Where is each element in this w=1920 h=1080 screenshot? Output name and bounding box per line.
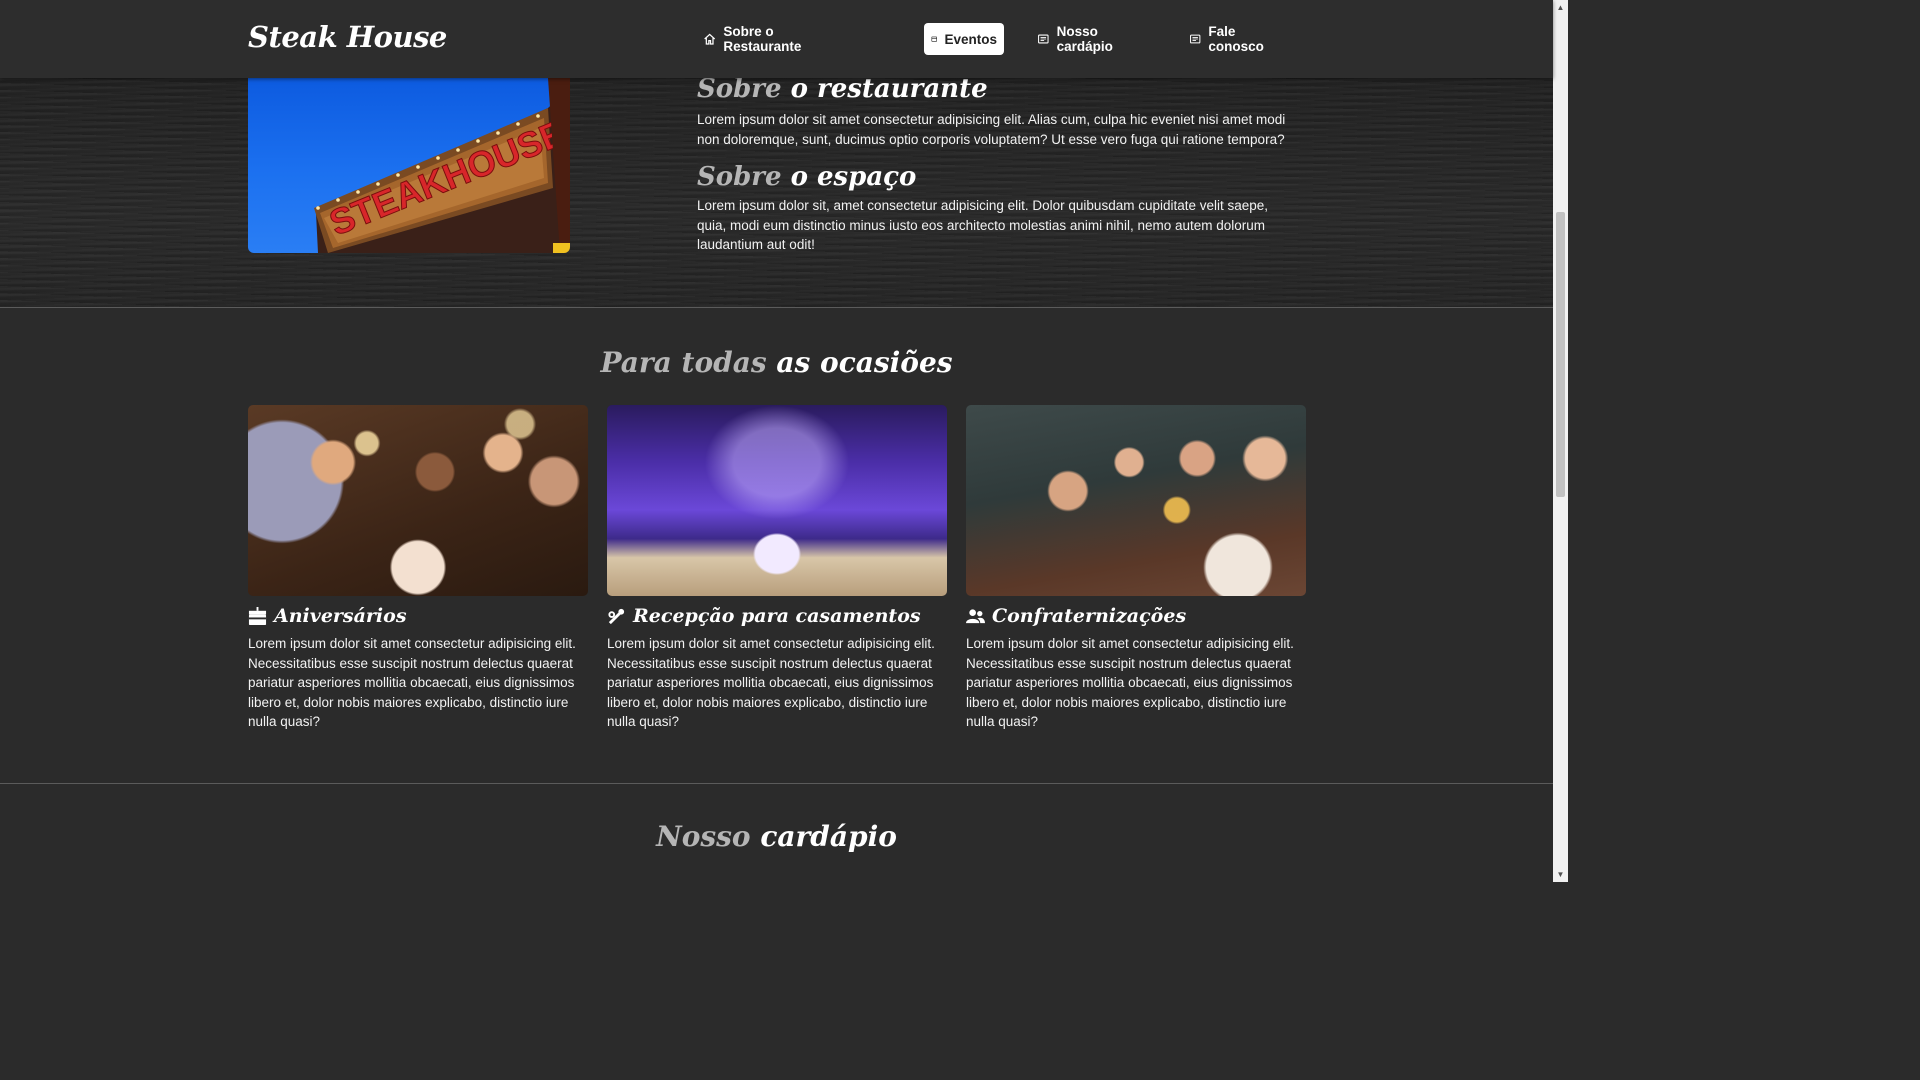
occasions-title: Para todas as ocasiões — [0, 346, 1553, 379]
steakhouse-sign-image: STEAKHOUSE — [248, 78, 570, 253]
nav-link-cardapio[interactable]: Nosso cardápio — [1030, 23, 1155, 55]
about-restaurant-text: Lorem ipsum dolor sit amet consectetur a… — [697, 112, 1286, 147]
heading-light: Sobre — [697, 74, 782, 104]
heading-light: Para todas — [600, 346, 767, 379]
occasion-card-wedding: Recepção para casamentos Lorem ipsum dol… — [607, 405, 947, 732]
home-icon — [704, 33, 716, 45]
nav-label: Eventos — [944, 31, 997, 47]
scroll-down-icon[interactable]: ▼ — [1553, 867, 1568, 882]
card-title-text: Recepção para casamentos — [633, 605, 921, 627]
occasion-card-title: Aniversários — [248, 604, 588, 628]
occasion-card-birthday: Aniversários Lorem ipsum dolor sit amet … — [248, 405, 588, 732]
about-text: Sobre o restaurante Lorem ipsum dolor si… — [697, 76, 1297, 255]
brand-logo[interactable]: Steak House — [248, 20, 447, 54]
about-restaurant-heading: Sobre o restaurante — [697, 76, 1297, 102]
nav-label: Nosso cardápio — [1056, 24, 1113, 54]
occasion-card-text: Lorem ipsum dolor sit amet consectetur a… — [248, 636, 576, 729]
scrollbar-thumb[interactable] — [1556, 212, 1565, 497]
heading-light: Nosso — [656, 820, 751, 853]
card-title-text: Confraternizações — [992, 605, 1187, 627]
scroll-up-icon[interactable]: ▲ — [1553, 0, 1568, 15]
heading-bold: o espaço — [790, 162, 917, 192]
rings-icon — [608, 608, 625, 624]
nav-label: Sobre o Restaurante — [723, 24, 802, 54]
navbar: Steak House Sobre o Restaurante Eventos … — [0, 0, 1553, 78]
page-scrollbar[interactable]: ▲ ▼ — [1553, 0, 1568, 882]
nav-menu: Sobre o Restaurante Eventos Nosso cardáp… — [704, 23, 1553, 55]
about-section: STEAKHOUSE Sobre o restaurante Lorem ips… — [0, 76, 1553, 308]
occasion-card-gathering: Confraternizações Lorem ipsum dolor sit … — [966, 405, 1306, 732]
wedding-hall-image — [607, 405, 947, 596]
occasion-card-title: Recepção para casamentos — [607, 604, 947, 628]
users-icon — [966, 608, 985, 623]
occasion-card-text: Lorem ipsum dolor sit amet consectetur a… — [607, 636, 935, 729]
friends-toast-image — [966, 405, 1306, 596]
list-icon — [1038, 34, 1049, 44]
nav-link-eventos[interactable]: Eventos — [924, 23, 1004, 55]
heading-bold: cardápio — [760, 820, 897, 853]
occasion-card-text: Lorem ipsum dolor sit amet consectetur a… — [966, 636, 1294, 729]
about-space-heading: Sobre o espaço — [697, 164, 1297, 190]
nav-label: Fale conosco — [1208, 24, 1264, 54]
heading-light: Sobre — [697, 162, 782, 192]
list-icon — [1190, 34, 1201, 44]
birthday-party-image — [248, 405, 588, 596]
steakhouse-sign-illustration: STEAKHOUSE — [314, 78, 570, 253]
nav-link-sobre[interactable]: Sobre o Restaurante — [696, 23, 856, 55]
about-space-text: Lorem ipsum dolor sit, amet consectetur … — [697, 198, 1269, 252]
calendar-icon — [931, 36, 937, 42]
birthday-cake-icon — [248, 606, 267, 625]
menu-section-title: Nosso cardápio — [0, 820, 1553, 853]
card-title-text: Aniversários — [274, 605, 407, 627]
heading-bold: as ocasiões — [776, 346, 953, 379]
heading-bold: o restaurante — [790, 74, 988, 104]
section-divider — [0, 783, 1553, 784]
occasion-card-title: Confraternizações — [966, 604, 1306, 628]
nav-link-contato[interactable]: Fale conosco — [1182, 23, 1292, 55]
